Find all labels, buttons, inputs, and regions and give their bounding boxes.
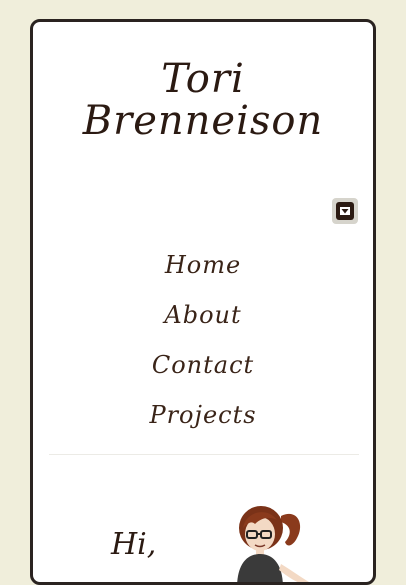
page-card: Tori Brenneison Home About Contact Proje…	[30, 19, 376, 585]
intro-greeting: Hi,	[111, 527, 157, 562]
section-divider	[49, 454, 359, 455]
nav-item-contact: Contact	[33, 340, 373, 390]
site-title-first-name: Tori	[161, 56, 245, 102]
nav-link-contact[interactable]: Contact	[152, 351, 254, 379]
nav-link-projects[interactable]: Projects	[149, 401, 256, 429]
site-title-last-name: Brenneison	[82, 98, 324, 144]
nav-item-home: Home	[33, 240, 373, 290]
nav-item-projects: Projects	[33, 390, 373, 440]
main-nav: Home About Contact Projects	[33, 240, 373, 440]
nav-item-about: About	[33, 290, 373, 340]
menu-toggle-button[interactable]	[332, 198, 358, 224]
avatar	[231, 498, 311, 582]
nav-link-home[interactable]: Home	[165, 251, 241, 279]
caret-down-icon	[336, 202, 354, 220]
nav-link-about[interactable]: About	[164, 301, 241, 329]
site-title: Tori Brenneison	[33, 58, 373, 142]
